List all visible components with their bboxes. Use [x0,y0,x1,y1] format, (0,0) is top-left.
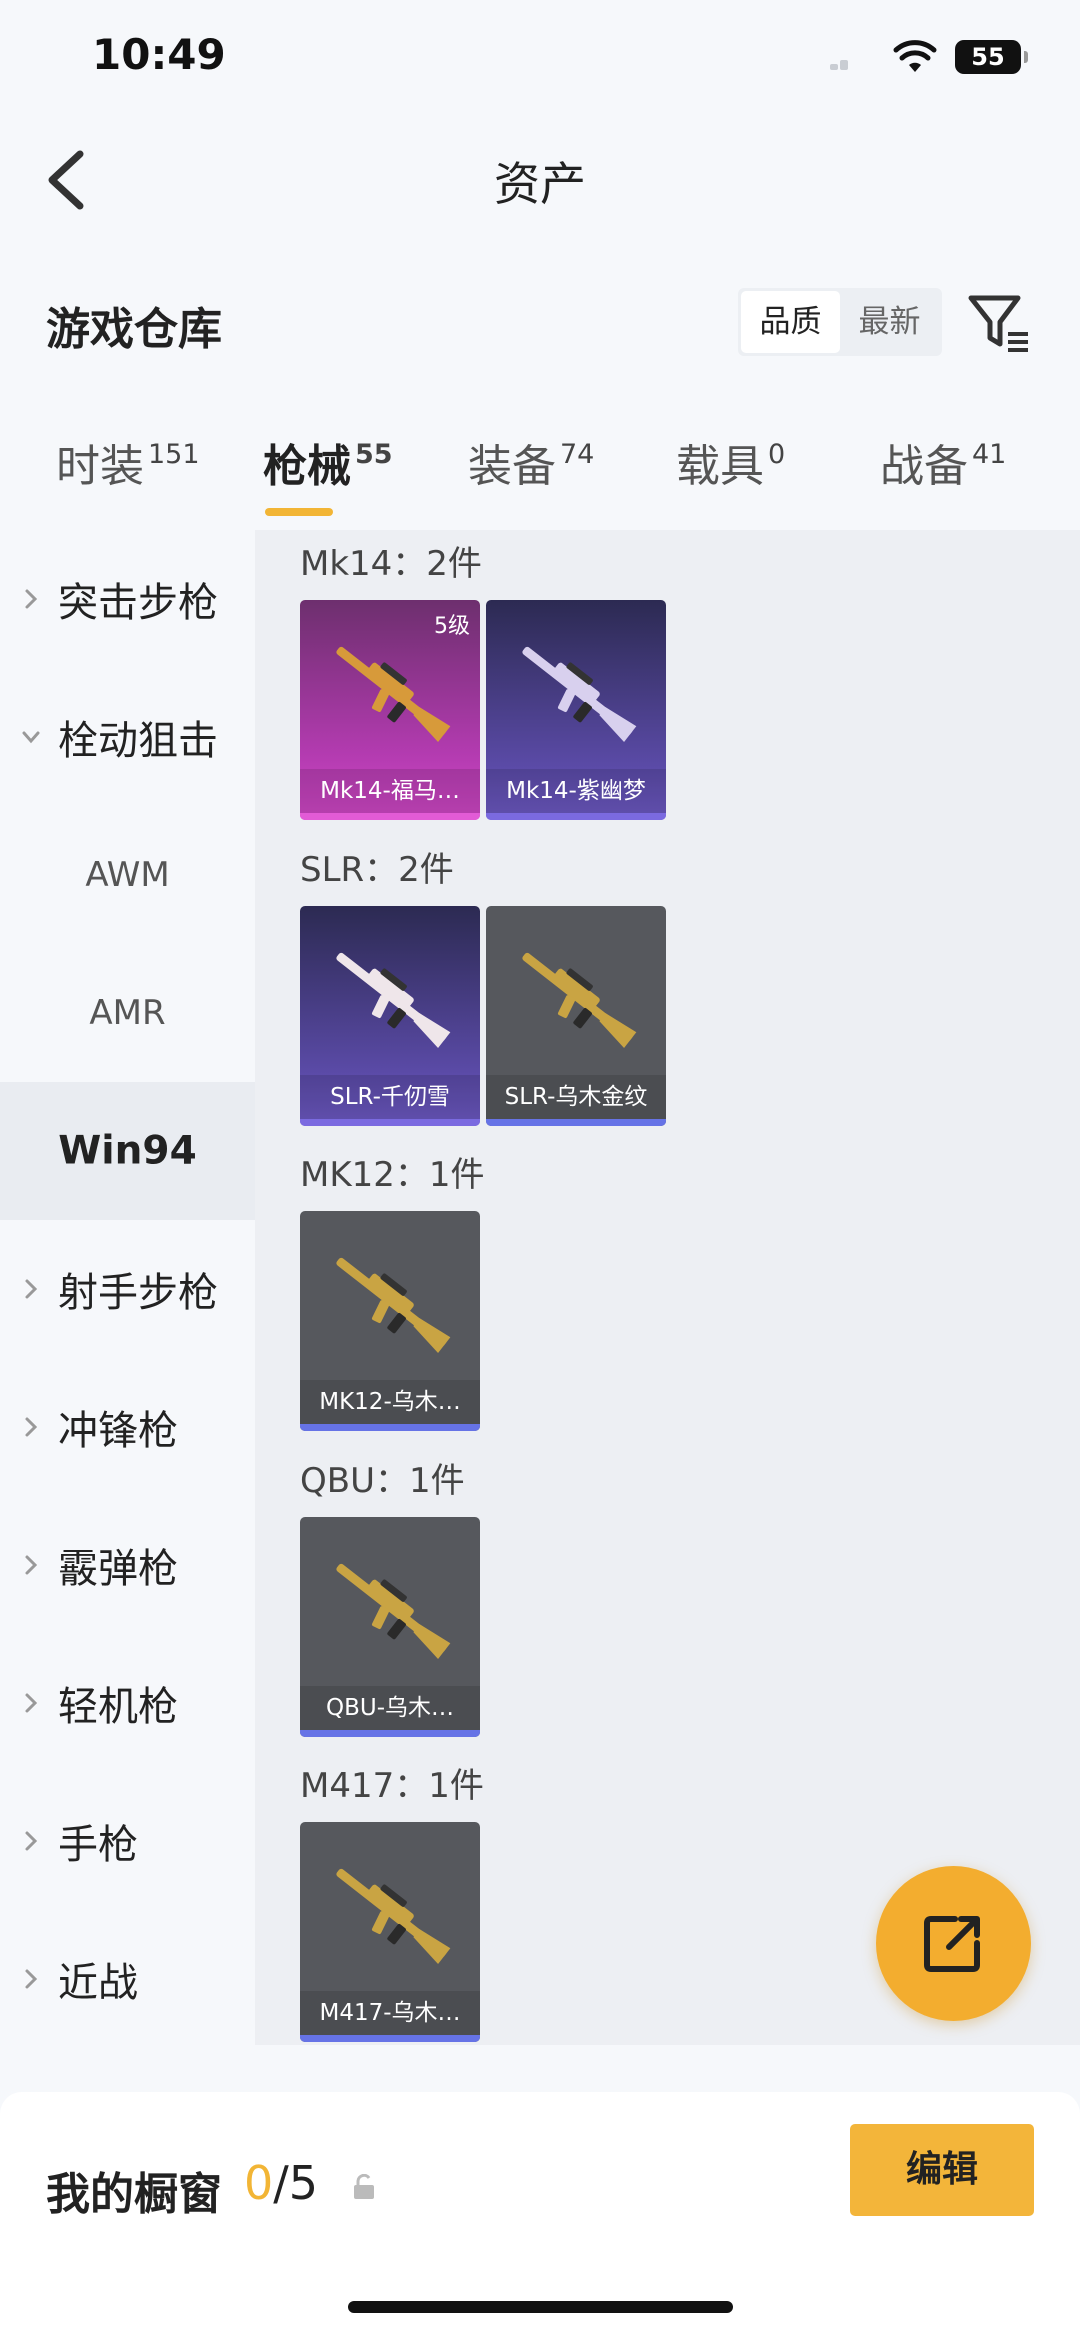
chevron-right-icon [25,1693,38,1713]
weapon-skin-card[interactable]: MK12-乌木… [300,1211,480,1431]
tab-firearms[interactable]: 枪械 55 [263,430,393,494]
tab-fashion[interactable]: 时装 151 [56,430,200,494]
weapon-skin-card[interactable]: Mk14-紫幽梦 [486,600,666,820]
weapon-group-title: M417：1件 [300,1766,484,1806]
sidebar-item-smg[interactable]: 冲锋枪 [0,1358,255,1496]
level-badge: 5级 [434,614,470,639]
sort-option-newest[interactable]: 最新 [840,291,939,353]
weapon-skin-name: Mk14-福马… [300,769,480,813]
lock-icon [354,2174,374,2199]
tab-vehicles[interactable]: 载具 0 [676,430,785,494]
sidebar-item-label: 栓动狙击 [58,718,218,764]
sidebar-item-amr[interactable]: AMR [0,944,255,1082]
sidebar-item-label: 射手步枪 [58,1270,218,1316]
chevron-right-icon [25,1417,38,1437]
category-tabs: 时装 151 枪械 55 装备 74 载具 0 战备 41 [0,430,1080,530]
home-indicator [348,2301,733,2313]
rarity-strip [486,1119,666,1126]
status-time: 10:49 [92,30,226,79]
rifle-icon [336,1868,451,1964]
rifle-icon [522,952,637,1048]
sidebar-item-label: AWM [85,855,170,895]
share-icon [924,1916,980,1972]
sidebar-item-label: 轻机枪 [58,1684,178,1730]
sidebar-item-label: 近战 [58,1960,138,2006]
rarity-strip [300,1119,480,1126]
chevron-right-icon [25,1831,38,1851]
sidebar-item-label: 突击步枪 [58,580,218,626]
rifle-icon [336,646,451,742]
rarity-strip [300,2035,480,2042]
rarity-strip [300,813,480,820]
sidebar-item-lmg[interactable]: 轻机枪 [0,1634,255,1772]
signal-icon [830,60,854,70]
sidebar-item-awm[interactable]: AWM [0,806,255,944]
share-button[interactable] [876,1866,1031,2021]
weapon-group-title: Mk14：2件 [300,544,482,584]
chevron-down-icon [22,731,40,744]
weapon-skin-name: SLR-千仞雪 [300,1075,480,1119]
weapon-skin-name: QBU-乌木… [300,1686,480,1730]
tab-equipment[interactable]: 装备 74 [468,430,594,494]
sidebar-item-shotgun[interactable]: 霰弹枪 [0,1496,255,1634]
filter-button[interactable] [966,290,1032,356]
sidebar-item-pistol[interactable]: 手枪 [0,1772,255,1910]
rifle-icon [522,646,637,742]
weapon-skin-card[interactable]: 5级 Mk14-福马… [300,600,480,820]
sidebar-item-assault-rifle[interactable]: 突击步枪 [0,530,255,668]
showcase-count: 0/5 [244,2156,319,2210]
rarity-strip [300,1424,480,1431]
weapon-group-title: QBU：1件 [300,1461,465,1501]
sidebar-item-label: 冲锋枪 [58,1408,178,1454]
weapon-skin-card[interactable]: QBU-乌木… [300,1517,480,1737]
filter-icon [968,295,1028,352]
page-title: 资产 [494,157,586,211]
showcase-title: 我的橱窗 [46,2169,222,2220]
chevron-right-icon [25,589,38,609]
weapon-skin-card[interactable]: SLR-乌木金纹 [486,906,666,1126]
sidebar-item-label: 手枪 [58,1822,138,1868]
active-tab-indicator [265,508,333,516]
chevron-right-icon [25,1969,38,1989]
rifle-icon [336,952,451,1048]
weapon-skin-card[interactable]: SLR-千仞雪 [300,906,480,1126]
weapon-skin-name: M417-乌木… [300,1991,480,2035]
rifle-icon [336,1563,451,1659]
sidebar-item-label: AMR [89,993,166,1033]
tab-supplies[interactable]: 战备 41 [880,430,1006,494]
weapon-group-title: SLR：2件 [300,850,454,890]
rifle-icon [336,1257,451,1353]
sort-option-quality[interactable]: 品质 [741,291,840,353]
edit-button[interactable]: 编辑 [850,2124,1034,2216]
wifi-icon [893,40,937,72]
weapon-skin-name: SLR-乌木金纹 [486,1075,666,1119]
sidebar-item-label: Win94 [58,1128,197,1174]
sidebar-item-win94[interactable]: Win94 [0,1082,255,1220]
weapon-skin-name: Mk14-紫幽梦 [486,769,666,813]
sidebar-item-bolt-action-sniper[interactable]: 栓动狙击 [0,668,255,806]
sidebar-item-marksman-rifle[interactable]: 射手步枪 [0,1220,255,1358]
weapon-category-sidebar: 突击步枪栓动狙击 AWM AMR Win94 射手步枪冲锋枪霰弹枪轻机枪手枪近战 [0,530,255,2050]
weapon-skin-name: MK12-乌木… [300,1380,480,1424]
battery-indicator: 55 [955,40,1028,74]
weapon-group-title: MK12：1件 [300,1155,485,1195]
weapon-list: Mk14：2件 5级 Mk14-福马… Mk14-紫幽梦 SLR：2件 SLR-千仞雪 SL… [255,530,1080,2045]
chevron-right-icon [25,1279,38,1299]
rarity-strip [300,1730,480,1737]
warehouse-title: 游戏仓库 [46,304,222,355]
chevron-right-icon [25,1555,38,1575]
sort-toggle: 品质 最新 [738,288,942,356]
status-bar: 10:49 55 [0,0,1080,120]
sidebar-item-melee[interactable]: 近战 [0,1910,255,2048]
weapon-skin-card[interactable]: M417-乌木… [300,1822,480,2042]
rarity-strip [486,813,666,820]
sidebar-item-label: 霰弹枪 [58,1546,178,1592]
